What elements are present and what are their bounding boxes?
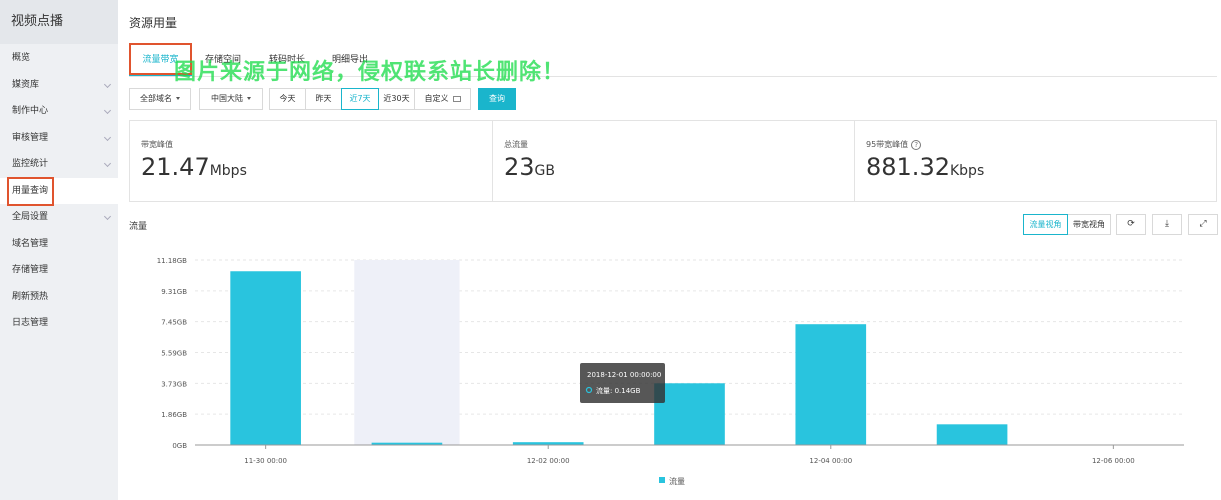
sidebar-item-label: 域名管理 [12,238,49,249]
caret-down-icon [247,97,251,100]
stat-value-row: 21.47Mbps [141,153,492,181]
stats-panel: 带宽峰值 21.47Mbps 总流量 23GB 95带宽峰值? 881.32Kb… [129,120,1217,202]
chevron-down-icon [103,159,112,168]
help-icon[interactable]: ? [911,140,922,150]
filter-bar: 全部域名 中国大陆 今天 昨天 近7天 近30天 自定义 查询 [129,88,529,110]
stat-95-bandwidth-peak: 95带宽峰值? 881.32Kbps [854,121,1216,201]
sidebar-item-label: 制作中心 [12,106,49,116]
sidebar-item-label: 审核管理 [12,132,49,143]
query-button[interactable]: 查询 [478,88,516,110]
sidebar: 视频点播 概览媒资库制作中心审核管理监控统计用量查询全局设置域名管理存储管理刷新… [0,0,118,500]
domain-select[interactable]: 全部域名 [129,88,191,110]
sidebar-item[interactable]: 日志管理 [0,310,118,336]
sidebar-item[interactable]: 存储管理 [0,257,118,283]
download-button[interactable]: ⤓ [1152,214,1182,235]
sidebar-item-label: 媒资库 [12,79,40,90]
sidebar-item-label: 全局设置 [12,212,49,222]
traffic-view-button[interactable]: 流量视角 [1023,214,1068,235]
stat-unit: Kbps [949,163,985,179]
chevron-down-icon [103,133,112,141]
stat-total-traffic: 总流量 23GB [492,121,854,201]
region-select-value: 中国大陆 [211,94,243,103]
sidebar-item-label: 刷新预热 [12,291,49,302]
stat-value-row: 23GB [504,153,854,181]
app-title: 视频点播 [0,0,118,44]
stat-value: 881.32 [866,153,950,181]
stat-unit: GB [534,163,555,179]
page-title: 资源用量 [129,16,178,30]
sidebar-item[interactable]: 刷新预热 [0,284,118,310]
range-today-button[interactable]: 今天 [269,88,306,110]
sidebar-item[interactable]: 用量查询 [0,176,118,206]
range-yesterday-button[interactable]: 昨天 [305,88,342,110]
sidebar-item-label: 概览 [12,53,31,63]
custom-range-label: 自定义 [424,94,449,103]
sidebar-item-label: 日志管理 [12,318,49,328]
sidebar-item[interactable]: 制作中心 [0,98,118,124]
watermark-text: 图片来源于网络，侵权联系站长删除！ [174,60,566,85]
stat-label: 95带宽峰值 [866,140,909,149]
fullscreen-button[interactable]: ⤢ [1188,214,1218,235]
range-7days-button[interactable]: 近7天 [341,88,379,110]
active-highlight-box [7,176,54,206]
download-icon: ⤓ [1165,219,1169,229]
sidebar-item[interactable]: 概览 [0,45,118,71]
chart-title: 流量 [129,222,148,232]
stat-value-row: 881.32Kbps [866,153,1216,181]
stat-label: 带宽峰值 [141,140,173,149]
refresh-icon: ⟳ [1127,219,1135,229]
sidebar-item[interactable]: 审核管理 [0,125,118,151]
sidebar-item[interactable]: 监控统计 [0,151,118,177]
stat-unit: Mbps [209,163,247,179]
sidebar-item-label: 存储管理 [12,265,49,275]
calendar-icon [452,95,461,102]
refresh-button[interactable]: ⟳ [1116,214,1146,235]
chevron-down-icon [103,80,112,88]
chevron-down-icon [103,212,112,221]
range-30days-button[interactable]: 近30天 [378,88,415,110]
stat-label: 总流量 [504,140,528,149]
fullscreen-icon: ⤢ [1199,219,1207,229]
stat-value: 21.47 [141,153,210,181]
sidebar-item[interactable]: 全局设置 [0,204,118,230]
stat-label-row: 95带宽峰值? [866,139,1216,151]
sidebar-item[interactable]: 媒资库 [0,72,118,98]
stat-value: 23 [504,153,535,181]
main-content: 资源用量 流量带宽 存储空间 转码时长 明细导出 图片来源于网络，侵权联系站长删… [118,0,1221,500]
bandwidth-view-button[interactable]: 带宽视角 [1067,214,1111,235]
custom-range-button[interactable]: 自定义 [414,88,471,110]
region-select[interactable]: 中国大陆 [199,88,263,110]
caret-down-icon [176,97,180,100]
sidebar-item[interactable]: 域名管理 [0,231,118,257]
stat-bandwidth-peak: 带宽峰值 21.47Mbps [130,121,492,201]
domain-select-value: 全部域名 [140,94,172,103]
chevron-down-icon [103,106,112,115]
sidebar-item-label: 监控统计 [12,159,49,169]
